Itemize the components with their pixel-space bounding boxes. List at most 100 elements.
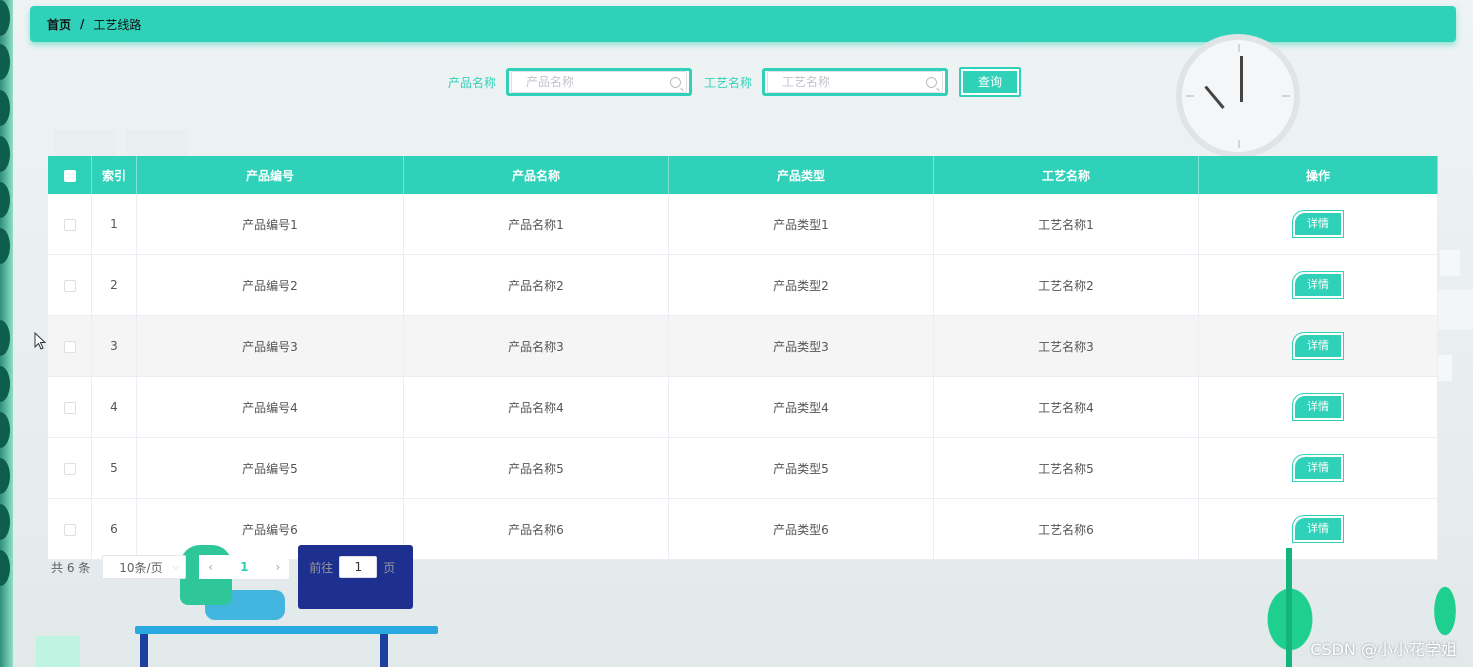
- row-checkbox[interactable]: [63, 218, 76, 231]
- table-row: 6 产品编号6 产品名称6 产品类型6 工艺名称6 详情: [48, 498, 1438, 560]
- detail-button[interactable]: 详情: [1292, 515, 1344, 543]
- process-name-label: 工艺名称: [704, 75, 753, 90]
- chevron-right-icon[interactable]: ›: [275, 560, 280, 574]
- column-header: 操作: [1198, 156, 1438, 194]
- product-name-cell: 产品名称1: [403, 194, 669, 255]
- table-row: 3 产品编号3 产品名称3 产品类型3 工艺名称3 详情: [48, 315, 1438, 377]
- row-checkbox[interactable]: [63, 340, 76, 353]
- search-bar: 产品名称 工艺名称 查询: [448, 67, 1022, 97]
- select-all-header: [48, 156, 92, 194]
- process-name-input[interactable]: [767, 71, 944, 93]
- data-table: 索引 产品编号 产品名称 产品类型 工艺名称 操作 1 产品编号1 产品名称1 …: [48, 156, 1438, 560]
- table-row: 2 产品编号2 产品名称2 产品类型2 工艺名称2 详情: [48, 254, 1438, 316]
- product-no-cell: 产品编号5: [136, 437, 404, 499]
- ghost-tab: [126, 130, 188, 156]
- total-count: 共 6 条: [51, 560, 91, 575]
- process-name-cell: 工艺名称2: [933, 254, 1199, 316]
- product-type-cell: 产品类型4: [668, 376, 934, 438]
- process-name-cell: 工艺名称1: [933, 194, 1199, 255]
- desk-leg-illustration: [380, 634, 388, 667]
- column-header: 产品类型: [668, 156, 934, 194]
- chevron-left-icon[interactable]: ‹: [208, 560, 213, 574]
- ghost-tab: [54, 130, 116, 156]
- detail-button[interactable]: 详情: [1292, 332, 1344, 360]
- breadcrumb-separator: /: [80, 17, 85, 31]
- ghost-block: [1438, 290, 1473, 330]
- row-index: 2: [91, 254, 137, 316]
- row-checkbox[interactable]: [63, 462, 76, 475]
- goto-suffix: 页: [383, 560, 396, 575]
- query-button[interactable]: 查询: [959, 67, 1022, 97]
- column-header: 产品编号: [136, 156, 404, 194]
- query-button-label: 查询: [963, 71, 1018, 93]
- product-no-cell: 产品编号1: [136, 194, 404, 255]
- product-name-input[interactable]: [511, 71, 688, 93]
- row-index: 1: [91, 194, 137, 255]
- select-all-checkbox[interactable]: [63, 169, 76, 182]
- paper-illustration: [36, 636, 80, 667]
- row-checkbox[interactable]: [63, 401, 76, 414]
- product-name-cell: 产品名称4: [403, 376, 669, 438]
- product-name-label: 产品名称: [448, 75, 497, 90]
- product-name-cell: 产品名称3: [403, 315, 669, 377]
- detail-button-label: 详情: [1295, 457, 1341, 479]
- goto-prefix: 前往: [309, 560, 334, 575]
- ghost-block: [1438, 355, 1452, 381]
- left-decoration-strip: [0, 0, 13, 667]
- search-icon: [926, 77, 938, 88]
- current-page[interactable]: 1: [240, 560, 248, 574]
- product-type-cell: 产品类型5: [668, 437, 934, 499]
- ghost-block: [1440, 250, 1460, 276]
- product-no-cell: 产品编号2: [136, 254, 404, 316]
- product-type-cell: 产品类型2: [668, 254, 934, 316]
- process-name-cell: 工艺名称6: [933, 498, 1199, 560]
- page-size-select[interactable]: 10条/页 ⌵: [102, 555, 187, 579]
- product-type-cell: 产品类型6: [668, 498, 934, 560]
- page-navigator: ‹ 1 ›: [199, 555, 290, 579]
- product-no-cell: 产品编号4: [136, 376, 404, 438]
- row-index: 3: [91, 315, 137, 377]
- process-name-cell: 工艺名称3: [933, 315, 1199, 377]
- detail-button[interactable]: 详情: [1292, 271, 1344, 299]
- plant-stem-illustration: [1286, 548, 1292, 667]
- desk-illustration: [135, 626, 438, 634]
- process-name-cell: 工艺名称4: [933, 376, 1199, 438]
- row-index: 4: [91, 376, 137, 438]
- detail-button-label: 详情: [1295, 213, 1341, 235]
- row-checkbox[interactable]: [63, 523, 76, 536]
- clock-decoration: [1176, 34, 1300, 158]
- process-name-cell: 工艺名称5: [933, 437, 1199, 499]
- row-checkbox[interactable]: [63, 279, 76, 292]
- search-icon: [670, 77, 682, 88]
- detail-button-label: 详情: [1295, 396, 1341, 418]
- watermark: CSDN @小小花学姐: [1310, 640, 1457, 659]
- goto-page-input[interactable]: 1: [339, 556, 378, 578]
- table-row: 5 产品编号5 产品名称5 产品类型5 工艺名称5 详情: [48, 437, 1438, 499]
- breadcrumb-home[interactable]: 首页: [47, 16, 71, 33]
- product-name-search: [506, 68, 693, 96]
- product-name-cell: 产品名称6: [403, 498, 669, 560]
- mouse-cursor-icon: [34, 332, 46, 350]
- column-header: 索引: [91, 156, 137, 194]
- detail-button-label: 详情: [1295, 518, 1341, 540]
- breadcrumb-current: 工艺线路: [93, 17, 142, 32]
- detail-button-label: 详情: [1295, 335, 1341, 357]
- column-header: 产品名称: [403, 156, 669, 194]
- detail-button-label: 详情: [1295, 274, 1341, 296]
- table-row: 1 产品编号1 产品名称1 产品类型1 工艺名称1 详情: [48, 194, 1438, 255]
- product-name-cell: 产品名称2: [403, 254, 669, 316]
- detail-button[interactable]: 详情: [1292, 210, 1344, 238]
- row-index: 5: [91, 437, 137, 499]
- table-header-row: 索引 产品编号 产品名称 产品类型 工艺名称 操作: [48, 156, 1438, 194]
- desk-leg-illustration: [140, 634, 148, 667]
- process-name-search: [762, 68, 949, 96]
- detail-button[interactable]: 详情: [1292, 393, 1344, 421]
- table-row: 4 产品编号4 产品名称4 产品类型4 工艺名称4 详情: [48, 376, 1438, 438]
- chevron-down-icon: ⌵: [172, 562, 180, 572]
- product-no-cell: 产品编号3: [136, 315, 404, 377]
- product-name-cell: 产品名称5: [403, 437, 669, 499]
- page-size-value: 10条/页: [119, 560, 163, 575]
- row-index: 6: [91, 498, 137, 560]
- column-header: 工艺名称: [933, 156, 1199, 194]
- detail-button[interactable]: 详情: [1292, 454, 1344, 482]
